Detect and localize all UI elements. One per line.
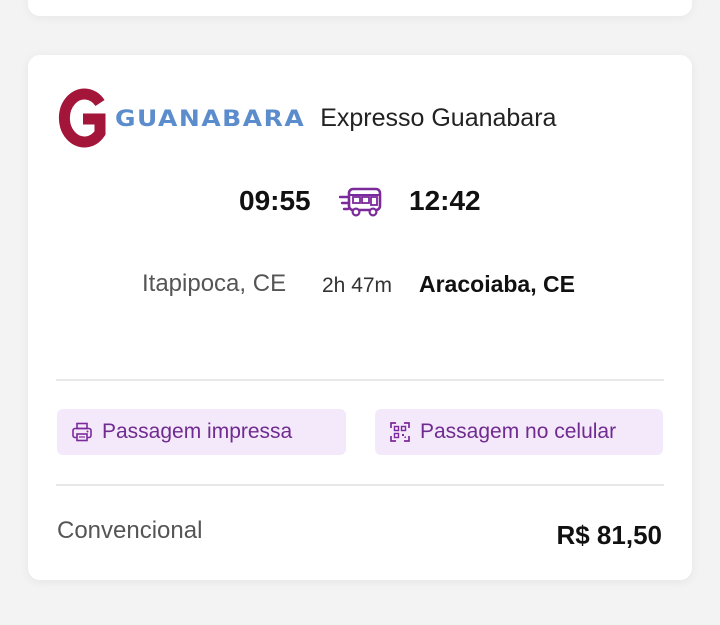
divider: [56, 484, 664, 486]
trip-times: 09:55 12:42: [28, 183, 692, 223]
printed-ticket-label: Passagem impressa: [102, 420, 293, 443]
printed-ticket-option[interactable]: Passagem impressa: [57, 409, 346, 455]
ticket-price: R$ 81,50: [556, 520, 662, 550]
fare-class: Convencional: [57, 517, 203, 544]
company-header: GUANABARA Expresso Guanabara: [56, 85, 556, 151]
mobile-ticket-option[interactable]: Passagem no celular: [375, 409, 663, 455]
company-name: Expresso Guanabara: [320, 103, 557, 132]
origin-city: Itapipoca, CE: [142, 270, 287, 297]
trip-card[interactable]: GUANABARA Expresso Guanabara 09:55 12:42…: [28, 55, 692, 580]
printer-icon: [72, 422, 92, 442]
mobile-ticket-label: Passagem no celular: [420, 420, 617, 443]
divider: [56, 379, 664, 381]
company-logo-text: GUANABARA: [115, 104, 306, 132]
previous-trip-card: [28, 0, 692, 16]
destination-city: Aracoiaba, CE: [419, 271, 575, 297]
arrival-time: 12:42: [409, 185, 481, 216]
departure-time: 09:55: [239, 185, 311, 216]
guanabara-logo-icon: [58, 88, 106, 148]
qr-code-icon: [390, 422, 410, 442]
trip-duration: 2h 47m: [322, 274, 393, 297]
trip-route: Itapipoca, CE 2h 47m Aracoiaba, CE: [28, 267, 692, 301]
bus-icon: [339, 187, 382, 217]
